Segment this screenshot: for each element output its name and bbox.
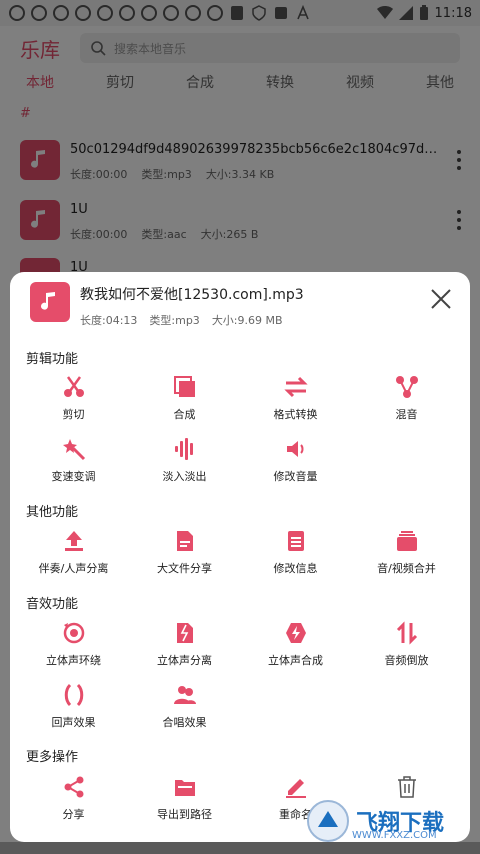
item-label: 分享 [62, 808, 85, 821]
item-label: 大文件分享 [157, 562, 212, 575]
edit-info-button[interactable]: 修改信息 [240, 526, 351, 582]
item-label: 变速变调 [51, 470, 96, 483]
split-icon [176, 623, 193, 643]
surround-icon [63, 622, 84, 644]
item-label: 淡入淡出 [162, 470, 207, 483]
item-label: 立体声环绕 [46, 654, 101, 667]
format-convert-button[interactable]: 格式转换 [240, 372, 351, 428]
item-label: 音频倒放 [384, 654, 429, 667]
item-label: 混音 [395, 408, 418, 421]
info-document-icon [287, 531, 304, 551]
file-duration: 长度:04:13 [80, 314, 138, 327]
item-label: 立体声合成 [268, 654, 323, 667]
item-label: 立体声分离 [157, 654, 212, 667]
item-label: 修改信息 [273, 562, 318, 575]
share-icon [64, 776, 83, 798]
cut-button[interactable]: 剪切 [18, 372, 129, 428]
merge-button[interactable]: 合成 [129, 372, 240, 428]
document-icon [176, 531, 193, 551]
section-title-edit: 剪辑功能 [26, 352, 79, 367]
fade-button[interactable]: 淡入淡出 [129, 434, 240, 490]
item-label: 格式转换 [273, 408, 318, 421]
echo-icon [64, 683, 83, 707]
file-type: 类型:mp3 [149, 314, 200, 327]
section-title-effects: 音效功能 [26, 597, 79, 612]
vocal-separation-button[interactable]: 伴奏/人声分离 [18, 526, 129, 582]
sheet-file-name: 教我如何不爱他[12530.com].mp3 [80, 287, 304, 303]
mix-icon [395, 376, 418, 398]
mix-button[interactable]: 混音 [351, 372, 462, 428]
effects-grid: 立体声环绕 立体声分离 立体声合成 音频倒放 回声效果 合唱效果 [18, 618, 462, 736]
waveform-icon [174, 438, 193, 460]
echo-effect-button[interactable]: 回声效果 [18, 680, 129, 736]
edit-functions-grid: 剪切 合成 格式转换 混音 变速变调 淡入淡出 修改音量 [18, 372, 462, 490]
speed-pitch-button[interactable]: 变速变调 [18, 434, 129, 490]
bolt-icon [285, 623, 306, 643]
stereo-compose-button[interactable]: 立体声合成 [240, 618, 351, 674]
close-icon[interactable] [430, 288, 452, 310]
convert-arrows-icon [283, 376, 308, 398]
chorus-effect-button[interactable]: 合唱效果 [129, 680, 240, 736]
av-merge-button[interactable]: 音/视频合并 [351, 526, 462, 582]
file-size: 大小:9.69 MB [211, 314, 283, 327]
item-label: 回声效果 [51, 716, 96, 729]
action-sheet: 教我如何不爱他[12530.com].mp3 长度:04:13 类型:mp3 大… [10, 272, 470, 842]
music-note-icon [30, 282, 70, 322]
section-title-other: 其他功能 [26, 505, 79, 520]
item-label: 剪切 [62, 408, 85, 421]
share-button[interactable]: 分享 [18, 772, 129, 828]
export-path-button[interactable]: 导出到路径 [129, 772, 240, 828]
item-label: 合成 [173, 408, 196, 421]
chorus-icon [173, 686, 196, 704]
volume-icon [286, 441, 303, 457]
upload-icon [64, 531, 83, 551]
item-label: 伴奏/人声分离 [38, 562, 109, 575]
sheet-header: 教我如何不爱他[12530.com].mp3 长度:04:13 类型:mp3 大… [30, 282, 450, 332]
item-label: 导出到路径 [157, 808, 212, 821]
export-icon [174, 780, 195, 796]
stereo-split-button[interactable]: 立体声分离 [129, 618, 240, 674]
scissors-icon [63, 376, 84, 397]
magic-wand-icon [62, 439, 85, 461]
large-file-share-button[interactable]: 大文件分享 [129, 526, 240, 582]
item-label: 合唱效果 [162, 716, 207, 729]
stereo-surround-button[interactable]: 立体声环绕 [18, 618, 129, 674]
reverse-icon [396, 621, 417, 645]
watermark-url: WWW.FXXZ.COM [352, 830, 437, 841]
navigation-bar [0, 842, 480, 854]
volume-button[interactable]: 修改音量 [240, 434, 351, 490]
watermark-badge-icon [307, 800, 349, 842]
rename-icon [285, 779, 306, 798]
watermark-logo: 飞翔下载 WWW.FXXZ.COM [306, 796, 466, 846]
section-title-more: 更多操作 [26, 750, 79, 765]
audio-reverse-button[interactable]: 音频倒放 [351, 618, 462, 674]
stack-icon [396, 531, 417, 551]
item-label: 修改音量 [273, 470, 318, 483]
other-functions-grid: 伴奏/人声分离 大文件分享 修改信息 音/视频合并 [18, 526, 462, 582]
merge-icon [173, 376, 195, 397]
sheet-file-meta: 长度:04:13 类型:mp3 大小:9.69 MB [80, 312, 283, 328]
item-label: 音/视频合并 [377, 562, 436, 575]
